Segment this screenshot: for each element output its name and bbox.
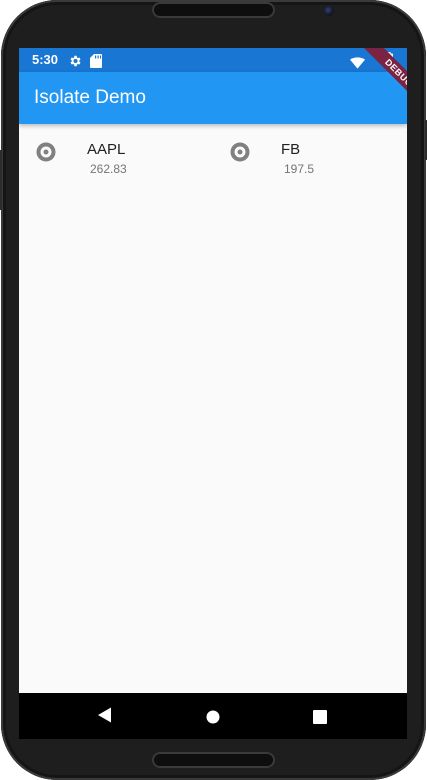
navigation-bar — [19, 693, 407, 739]
radio-disc-icon[interactable] — [36, 142, 56, 166]
device-screen: 5:30 Isolate Demo DEBUG AAPL 262.83 FB 1… — [19, 48, 407, 739]
battery-icon — [385, 52, 393, 71]
gear-icon — [68, 53, 82, 72]
stock-symbol: AAPL — [87, 141, 126, 158]
recents-icon[interactable] — [313, 709, 327, 728]
front-camera — [324, 6, 334, 16]
stock-symbol: FB — [281, 141, 301, 158]
page-title: Isolate Demo — [34, 87, 146, 108]
status-bar: 5:30 — [19, 48, 407, 72]
stock-price: 262.83 — [90, 162, 127, 176]
back-icon[interactable] — [98, 707, 112, 727]
sd-card-icon — [90, 53, 102, 72]
radio-disc-icon[interactable] — [230, 142, 250, 166]
volume-button — [0, 150, 2, 210]
bottom-speaker — [152, 752, 275, 768]
home-icon[interactable] — [206, 709, 220, 728]
stock-price: 197.5 — [284, 162, 315, 176]
stock-tile-fb[interactable]: FB 197.5 — [229, 140, 407, 180]
stock-tile-aapl[interactable]: AAPL 262.83 — [35, 140, 225, 180]
wifi-icon — [350, 54, 365, 73]
app-bar: Isolate Demo — [19, 72, 407, 124]
status-time: 5:30 — [32, 52, 59, 67]
device-frame: 5:30 Isolate Demo DEBUG AAPL 262.83 FB 1… — [0, 0, 427, 780]
top-speaker — [152, 2, 275, 18]
